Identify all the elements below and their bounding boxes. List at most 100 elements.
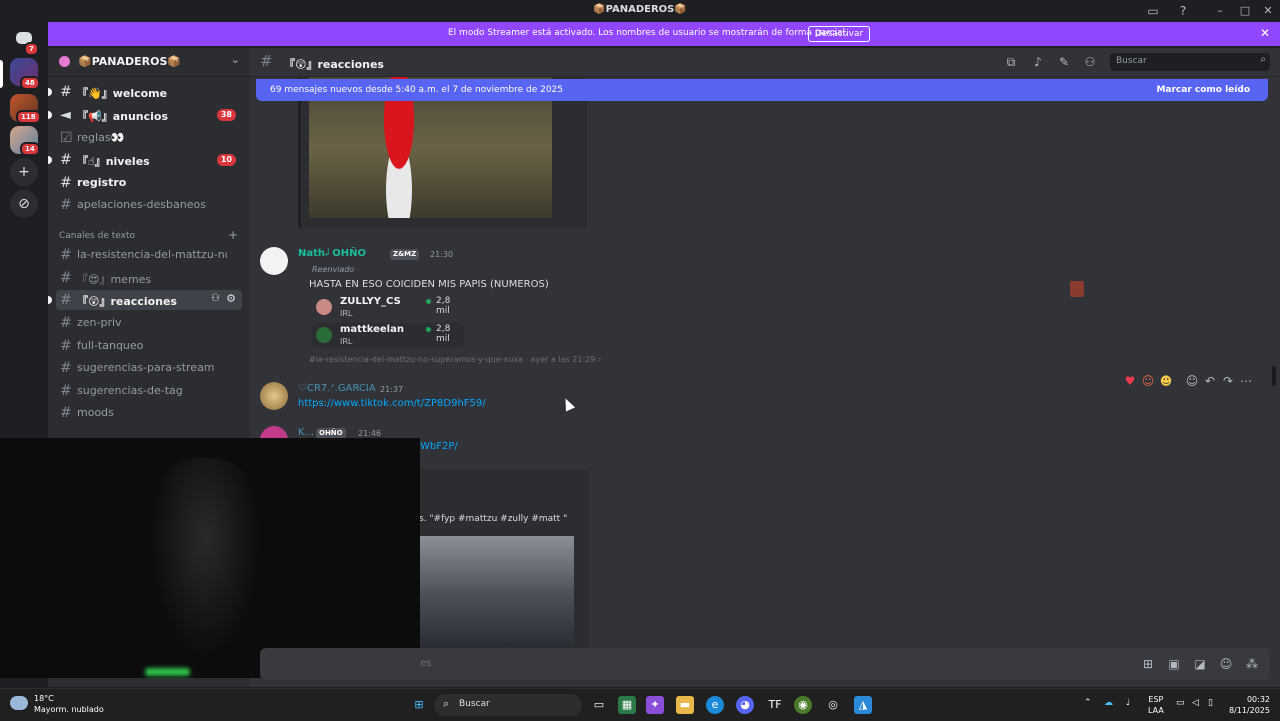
gift-icon[interactable]: ⊞: [1140, 656, 1156, 672]
store-icon[interactable]: ▦: [618, 696, 636, 714]
channel-apelaciones[interactable]: # apelaciones-desbaneos: [56, 195, 242, 215]
maximize-button[interactable]: □: [1233, 2, 1257, 20]
threads-icon[interactable]: ⧉: [1003, 54, 1019, 70]
taskbar-search[interactable]: ⌕ Buscar: [434, 694, 582, 716]
server-badge: 118: [16, 110, 41, 124]
onedrive-icon[interactable]: ☁: [1104, 698, 1113, 708]
channel-sugerencias-tag[interactable]: # sugerencias-de-tag: [56, 381, 242, 401]
minimize-button[interactable]: –: [1208, 2, 1232, 20]
wifi-icon[interactable]: ▭: [1176, 698, 1185, 708]
message-composer[interactable]: es ⊞ ▣ ◪ ☺ ⁂: [260, 648, 1270, 680]
gear-icon[interactable]: ⚙: [226, 292, 236, 305]
embed-thumbnail[interactable]: [419, 536, 574, 644]
emoji-reaction-icon[interactable]: ☺: [1140, 373, 1156, 389]
channel-registro[interactable]: # registro: [56, 173, 242, 193]
file-explorer-icon[interactable]: ▬: [676, 696, 694, 714]
channel-anuncios[interactable]: ◄ 『📢』anuncios 38: [48, 105, 242, 125]
message-timestamp: 21:46: [358, 429, 382, 438]
notification-bell-icon[interactable]: ♪: [1030, 54, 1046, 70]
mic-icon[interactable]: ♩: [1126, 698, 1130, 708]
language-indicator[interactable]: ESP LAA: [1148, 694, 1164, 716]
avatar[interactable]: [260, 382, 288, 410]
copilot-icon[interactable]: ✦: [646, 696, 664, 714]
channel-full-tanqueo[interactable]: # full-tanqueo: [56, 336, 242, 356]
heart-reaction-icon[interactable]: ♥: [1122, 373, 1138, 389]
forward-source[interactable]: #la-resistencia-del-mattzu-no-superamos-…: [309, 355, 601, 364]
discord-home-button[interactable]: 7: [10, 26, 39, 56]
clock[interactable]: 00:32 8/11/2025: [1222, 694, 1270, 716]
battery-icon[interactable]: ▯: [1208, 698, 1213, 708]
weather-desc: Mayorm. nublado: [34, 705, 104, 714]
cloud-icon: [10, 696, 28, 710]
channel-reglas[interactable]: ☑ reglas👀: [56, 128, 242, 148]
sticker-icon[interactable]: ◪: [1192, 656, 1208, 672]
explore-icon[interactable]: ⊘: [10, 190, 38, 218]
app-icon[interactable]: ◉: [794, 696, 812, 714]
scrollbar[interactable]: [1272, 366, 1276, 386]
invite-icon[interactable]: ⚇: [211, 293, 220, 304]
stream-card[interactable]: ZULLYY_CS IRL 2,8 mil: [312, 295, 464, 319]
message-author[interactable]: Nath𝆹𝅥 OHÑO: [298, 248, 366, 259]
mark-as-read-button[interactable]: Marcar como leído: [1156, 85, 1250, 95]
hash-icon: #: [60, 270, 72, 286]
discord-taskbar-icon[interactable]: ◕: [736, 696, 754, 714]
message-timestamp: 21:30: [430, 250, 454, 259]
channel-memes[interactable]: # 『😍』memes: [56, 268, 242, 288]
channel-moods[interactable]: # moods: [56, 403, 242, 423]
edge-icon[interactable]: e: [706, 696, 724, 714]
clock-time: 00:32: [1246, 695, 1270, 704]
app-icon[interactable]: ◮: [854, 696, 872, 714]
close-window-button[interactable]: ✕: [1256, 2, 1280, 20]
channel-zen-priv[interactable]: # zen-priv: [56, 313, 242, 333]
message-author[interactable]: ♡CR7.ᐟ.GARCIA: [298, 383, 376, 394]
channel-sugerencias-stream[interactable]: # sugerencias-para-stream: [56, 358, 242, 378]
emoji-icon[interactable]: ☺: [1218, 656, 1234, 672]
message-author[interactable]: K...: [298, 427, 314, 438]
guild-header[interactable]: 📦PANADEROS📦 ⌄: [48, 48, 250, 77]
forward-icon[interactable]: ↷: [1220, 373, 1236, 389]
channel-la-resistencia[interactable]: # la-resistencia-del-mattzu-no-s...: [56, 245, 242, 265]
category-label[interactable]: Canales de texto: [59, 231, 135, 241]
help-icon[interactable]: ?: [1175, 3, 1191, 19]
channel-niveles[interactable]: # 『☝』niveles 10: [48, 150, 242, 170]
new-messages-bar[interactable]: 69 mensajes nuevos desde 5:40 a.m. el 7 …: [256, 79, 1268, 101]
stream-card[interactable]: mattkeelan IRL 2,8 mil: [312, 323, 464, 347]
add-channel-icon[interactable]: +: [228, 228, 238, 242]
start-icon[interactable]: ⊞: [410, 696, 428, 714]
laugh-reaction-icon[interactable]: ☻: [1158, 373, 1174, 389]
gif-icon[interactable]: ▣: [1166, 656, 1182, 672]
close-icon[interactable]: ✕: [1260, 26, 1270, 40]
forwarded-label: Reenviado: [312, 265, 355, 274]
search-input[interactable]: Buscar ⌕: [1110, 53, 1270, 71]
search-placeholder: Buscar: [1116, 56, 1147, 66]
server-2[interactable]: 118: [10, 94, 41, 124]
message-link[interactable]: https://www.tiktok.com/t/ZP8D9hF59/: [298, 398, 486, 409]
server-3[interactable]: 14: [10, 126, 40, 156]
chevron-down-icon[interactable]: ⌄: [231, 53, 240, 66]
pin-icon[interactable]: ✎: [1056, 54, 1072, 70]
apps-icon[interactable]: ⁂: [1244, 656, 1260, 672]
language-bottom: LAA: [1148, 706, 1164, 715]
message-link[interactable]: WbF2P/: [420, 441, 458, 452]
deactivate-button[interactable]: Desactivar: [808, 26, 871, 42]
search-icon: ⌕: [1260, 54, 1266, 65]
member-list-icon[interactable]: ⚇: [1082, 54, 1098, 70]
channel-welcome[interactable]: # 『👋』welcome: [48, 82, 242, 102]
volume-icon[interactable]: ◁: [1192, 698, 1199, 708]
app-icon[interactable]: ◎: [824, 696, 842, 714]
add-reaction-icon[interactable]: ☺: [1184, 373, 1200, 389]
channel-reacciones[interactable]: # 『😲』reacciones ⚇ ⚙: [48, 290, 242, 310]
inbox-icon[interactable]: ▭: [1145, 3, 1161, 19]
more-icon[interactable]: ⋯: [1238, 373, 1254, 389]
add-server-icon[interactable]: +: [10, 158, 38, 186]
server-panaderos[interactable]: 48: [10, 58, 40, 90]
mention-badge: 10: [216, 154, 236, 166]
task-view-icon[interactable]: ▭: [590, 696, 608, 714]
avatar[interactable]: [260, 247, 288, 275]
chevron-up-icon[interactable]: ⌃: [1084, 698, 1092, 708]
channel-label: reglas👀: [77, 131, 125, 144]
hash-icon: #: [260, 52, 273, 70]
window-title: 📦PANADEROS📦: [593, 4, 687, 15]
app-tf-icon[interactable]: TF: [766, 696, 784, 714]
reply-icon[interactable]: ↶: [1202, 373, 1218, 389]
